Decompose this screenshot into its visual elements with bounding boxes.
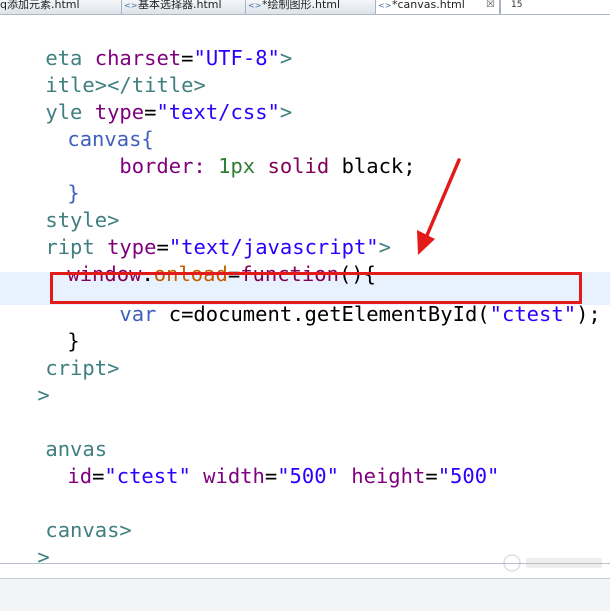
attr-name: id <box>67 464 93 488</box>
css-value: solid <box>267 154 330 178</box>
bottom-panel <box>0 578 610 611</box>
attr-value: "500" <box>437 464 500 488</box>
watermark-logo <box>503 554 602 572</box>
code-line-title: itle></title> <box>0 45 205 97</box>
equals: = <box>264 464 278 488</box>
html-file-icon: <> <box>378 1 392 10</box>
attr-value: "ctest" <box>104 464 191 488</box>
tag-name: canvas> <box>45 518 132 542</box>
tab-add-elements[interactable]: q添加元素.html <box>0 0 122 14</box>
code-line-canvas-attrs: id="ctest" width="500" height="500" <box>18 436 499 488</box>
tab-canvas[interactable]: <>*canvas.html ☒ <box>376 0 500 14</box>
tag-close: > <box>279 46 293 70</box>
attr-value: "UTF-8" <box>193 46 280 70</box>
equals: = <box>92 464 105 488</box>
code-line-canvas-open: anvas <box>0 409 107 461</box>
editor-tab-bar: q添加元素.html <>基本选择器.html <>*绘制图形.html <>*… <box>0 0 610 15</box>
tab-label: q添加元素.html <box>0 0 80 11</box>
code-line-css-selector: canvas{ <box>18 99 153 151</box>
tab-draw-shapes[interactable]: <>*绘制图形.html <box>246 0 376 14</box>
close-icon[interactable]: ☒ <box>486 0 495 10</box>
tag-name: > <box>37 545 50 569</box>
tag-close: > <box>378 235 391 259</box>
attr-name: height <box>351 464 426 488</box>
code-line-body-close: > <box>0 517 49 569</box>
tag-name: > <box>37 383 50 407</box>
code-line-head-close: > <box>0 355 49 407</box>
code-line-function-close: } <box>18 301 79 353</box>
code-line-css-border: border: 1px solid black; <box>70 126 415 178</box>
tab-label: 基本选择器.html <box>138 0 222 11</box>
css-value: black; <box>341 154 416 178</box>
tag-close: > <box>279 100 293 124</box>
code-line-css-close: } <box>18 153 79 205</box>
equals: = <box>425 464 438 488</box>
tab-label: *绘制图形.html <box>262 0 341 11</box>
tag-name: cript> <box>45 356 120 380</box>
tab-basic-selectors[interactable]: <>基本选择器.html <box>122 0 246 14</box>
code-line-canvas-close: canvas> <box>0 490 131 542</box>
js-statement-end: ); <box>576 302 601 326</box>
html-file-icon: <> <box>124 1 138 10</box>
code-line-style-close: style> <box>0 180 119 232</box>
watermark-text-block <box>526 558 602 568</box>
highlight-box <box>50 272 582 304</box>
tab-label: *canvas.html <box>392 0 465 11</box>
js-keyword: var <box>119 302 157 326</box>
code-line-meta: eta charset="UTF-8"> <box>0 18 292 70</box>
code-line-script-open: ript type="text/javascript"> <box>0 207 391 259</box>
js-string: "ctest" <box>489 302 577 326</box>
code-line-style-open: yle type="text/css"> <box>0 72 292 124</box>
attr-name: width <box>203 464 265 488</box>
attr-value: "500" <box>277 464 339 488</box>
code-editor[interactable]: eta charset="UTF-8"> itle></title> yle t… <box>0 15 610 569</box>
tab-overflow-count[interactable]: 15 <box>500 0 610 14</box>
css-property: border: <box>119 154 206 178</box>
html-file-icon: <> <box>248 1 262 10</box>
js-statement: c=document.getElementById( <box>156 302 490 326</box>
css-number: 1px <box>218 154 256 178</box>
attr-value: "text/css" <box>156 100 280 124</box>
code-line-script-close: cript> <box>0 328 119 380</box>
watermark-circle <box>503 554 521 572</box>
overflow-count-label: 15 <box>511 0 523 10</box>
code-line-window-onload: window.onload=function(){ <box>18 234 376 286</box>
